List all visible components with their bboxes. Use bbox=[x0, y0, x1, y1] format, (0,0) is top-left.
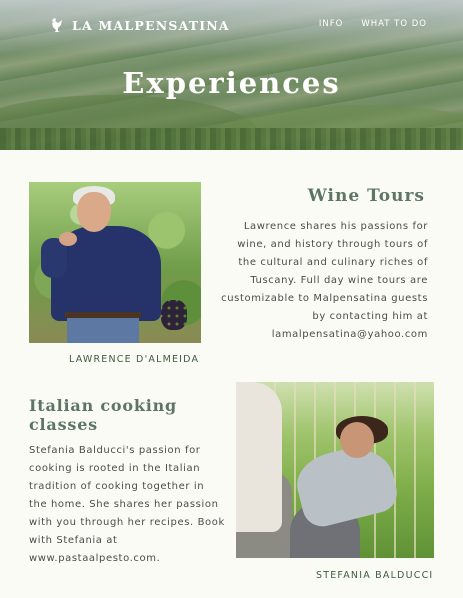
photo-person-left bbox=[236, 382, 282, 532]
nav-link-info[interactable]: INFO bbox=[319, 19, 343, 29]
photo-face-right bbox=[340, 422, 374, 458]
cooking-classes-heading: Italian cooking classes bbox=[29, 396, 178, 434]
rooster-icon bbox=[52, 18, 62, 32]
nav-link-what-to-do[interactable]: WHAT TO DO bbox=[361, 19, 427, 29]
site-logo[interactable]: LA MALPENSATINA bbox=[50, 16, 230, 34]
wine-tours-description: Lawrence shares his passions for wine, a… bbox=[221, 221, 428, 340]
hero-treeline bbox=[0, 128, 463, 150]
stefania-photo bbox=[236, 382, 434, 558]
hero-header: LA MALPENSATINA INFO WHAT TO DO Experien… bbox=[0, 0, 463, 150]
photo-grapes bbox=[161, 300, 187, 330]
photo-jeans bbox=[67, 318, 139, 343]
photo-face bbox=[77, 192, 111, 232]
photo-hand bbox=[59, 232, 77, 246]
wine-tours-heading: Wine Tours bbox=[307, 186, 425, 206]
logo-text: LA MALPENSATINA bbox=[72, 17, 230, 33]
lawrence-photo bbox=[29, 182, 201, 343]
page-title: Experiences bbox=[122, 66, 341, 100]
photo-caption-lawrence: LAWRENCE D'ALMEIDA bbox=[69, 354, 200, 365]
photo-caption-stefania: STEFANIA BALDUCCI bbox=[316, 570, 434, 581]
top-nav: INFO WHAT TO DO bbox=[319, 19, 427, 29]
cooking-classes-description: Stefania Balducci's passion for cooking … bbox=[29, 445, 225, 564]
